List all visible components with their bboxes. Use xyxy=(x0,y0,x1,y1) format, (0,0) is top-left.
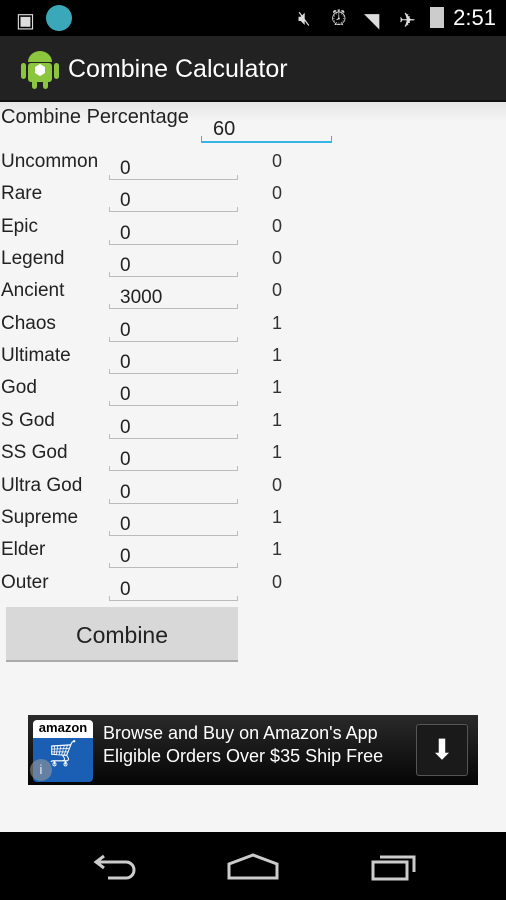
rarity-count-input[interactable]: 0 xyxy=(109,414,238,439)
ad-banner[interactable]: amazon 🛒︎ i Browse and Buy on Amazon's A… xyxy=(28,715,478,785)
ad-line-1: Browse and Buy on Amazon's App xyxy=(103,723,378,743)
locket-icon xyxy=(46,5,72,31)
rarity-label: Legend xyxy=(1,248,65,270)
rarity-result: 0 xyxy=(272,474,283,495)
action-bar: Combine Calculator xyxy=(0,36,506,102)
combine-percentage-input[interactable]: 60 xyxy=(201,116,332,143)
airplane-icon: ✈ xyxy=(399,10,416,32)
rarity-row: Chaos 0 1 xyxy=(0,313,506,345)
clock: 2:51 xyxy=(453,5,496,30)
mute-icon: 🔇︎ xyxy=(298,8,311,30)
rarity-label: Ancient xyxy=(1,280,65,302)
rarity-row: Supreme 0 1 xyxy=(0,507,506,539)
status-bar: ▣ 🔇︎ ⏰︎ ◥ ✈ 2:51 xyxy=(0,0,506,36)
rarity-result: 1 xyxy=(272,506,283,527)
rarity-count-input[interactable]: 3000 xyxy=(109,284,238,310)
combine-button[interactable]: Combine xyxy=(6,607,238,662)
rarity-result: 1 xyxy=(272,442,283,463)
battery-icon xyxy=(430,7,444,28)
rarity-result: 1 xyxy=(272,409,283,430)
download-icon[interactable]: ⬇ xyxy=(416,724,468,776)
rarity-label: Uncommon xyxy=(1,151,99,172)
rarity-count-input[interactable]: 0 xyxy=(109,511,238,536)
rarity-label: Rare xyxy=(1,183,43,205)
info-icon[interactable]: i xyxy=(30,759,52,781)
rarity-row: S God 0 1 xyxy=(0,410,506,442)
rarity-label: God xyxy=(1,377,37,399)
rarity-result: 0 xyxy=(272,151,283,171)
rarity-count-input[interactable]: 0 xyxy=(109,187,238,213)
rarity-label: Outer xyxy=(1,571,49,593)
alarm-icon: ⏰︎ xyxy=(331,8,347,30)
rarity-result: 0 xyxy=(272,183,283,204)
rarity-result: 1 xyxy=(272,312,283,333)
rarity-count-input[interactable]: 0 xyxy=(109,576,238,601)
rarity-label: Elder xyxy=(1,539,46,561)
rarity-result: 1 xyxy=(272,345,283,366)
rarity-count-input[interactable]: 0 xyxy=(109,220,238,245)
rarity-row: God 0 1 xyxy=(0,377,506,409)
rarity-result: 0 xyxy=(272,280,283,301)
rarity-result: 0 xyxy=(272,571,283,592)
rarity-label: S God xyxy=(1,409,55,431)
rarity-count-input[interactable]: 0 xyxy=(109,155,238,180)
rarity-label: Ultra God xyxy=(1,474,83,496)
android-app-icon xyxy=(21,51,59,89)
rarity-label: SS God xyxy=(1,442,68,464)
image-icon: ▣ xyxy=(16,10,35,32)
rarity-result: 0 xyxy=(272,248,283,269)
rarity-count-input[interactable]: 0 xyxy=(109,446,238,472)
rarity-label: Chaos xyxy=(1,312,56,334)
rarity-row: Uncommon 0 0 xyxy=(0,151,506,183)
rarity-row: Ultra God 0 0 xyxy=(0,475,506,507)
app-title: Combine Calculator xyxy=(68,55,288,83)
back-icon[interactable] xyxy=(88,852,138,882)
wifi-icon: ◥ xyxy=(364,10,380,32)
rarity-label: Ultimate xyxy=(1,345,71,367)
rarity-row: Legend 0 0 xyxy=(0,248,506,280)
rarity-count-input[interactable]: 0 xyxy=(109,317,238,342)
rarity-row: SS God 0 1 xyxy=(0,442,506,474)
rarity-row: Ultimate 0 1 xyxy=(0,345,506,377)
rarity-row: Outer 0 0 xyxy=(0,572,506,604)
home-icon[interactable] xyxy=(226,852,280,882)
recent-apps-icon[interactable] xyxy=(370,852,420,882)
rarity-count-input[interactable]: 0 xyxy=(109,252,238,278)
rarity-count-input[interactable]: 0 xyxy=(109,349,238,375)
rarity-row: Elder 0 1 xyxy=(0,539,506,571)
rarity-row: Rare 0 0 xyxy=(0,183,506,215)
rarity-label: Epic xyxy=(1,215,38,237)
rarity-count-input[interactable]: 0 xyxy=(109,381,238,407)
rarity-row: Epic 0 0 xyxy=(0,216,506,248)
combine-percentage-label: Combine Percentage xyxy=(1,106,189,128)
rarity-row: Ancient 3000 0 xyxy=(0,280,506,312)
rarity-result: 1 xyxy=(272,539,283,560)
ad-line-2: Eligible Orders Over $35 Ship Free xyxy=(103,746,384,766)
rarity-count-input[interactable]: 0 xyxy=(109,479,238,504)
navigation-bar xyxy=(0,832,506,900)
rarity-count-input[interactable]: 0 xyxy=(109,543,238,569)
rarity-label: Supreme xyxy=(1,506,79,528)
rarity-result: 0 xyxy=(272,215,283,236)
rarity-result: 1 xyxy=(272,377,283,398)
